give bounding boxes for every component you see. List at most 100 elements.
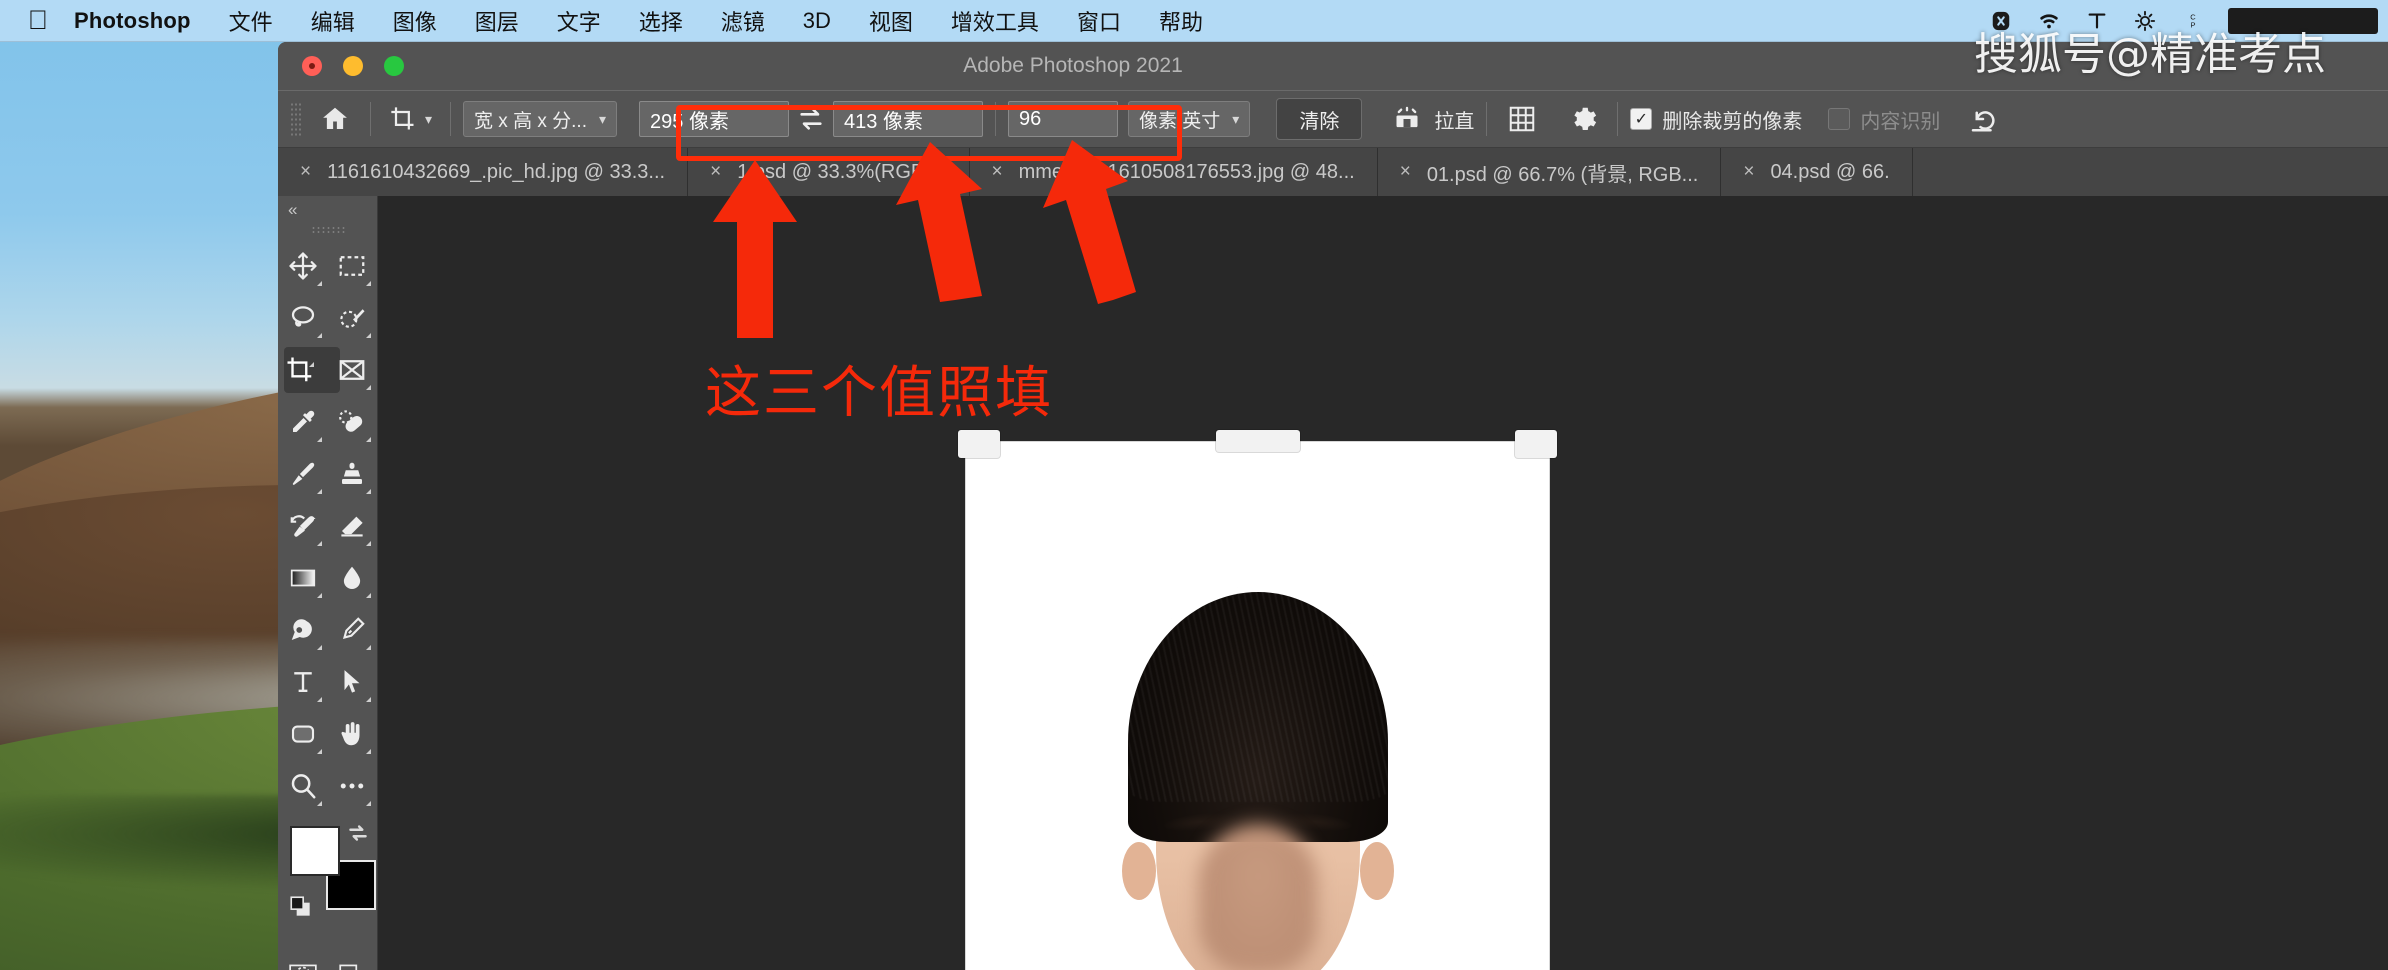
menu-item-plugins[interactable]: 增效工具 [951,5,1039,37]
dodge-tool-icon[interactable] [278,604,328,656]
blur-tool-icon[interactable] [328,552,378,604]
menu-item-help[interactable]: 帮助 [1159,5,1203,37]
menu-item-select[interactable]: 选择 [639,5,683,37]
chevron-down-icon[interactable]: ▾ [1232,111,1239,128]
close-icon[interactable]: × [300,161,311,183]
lasso-tool-icon[interactable] [278,292,328,344]
menu-item-image[interactable]: 图像 [393,5,437,37]
crop-preset-label: 宽 x 高 x 分... [474,110,587,132]
chevron-down-icon[interactable]: ▾ [425,111,432,128]
eraser-tool-icon[interactable] [328,500,378,552]
checkbox-unchecked-icon[interactable]: ✓ [1828,108,1851,130]
document-tab-title: 1161610432669_.pic_hd.jpg @ 33.3... [327,160,666,183]
delete-cropped-pixels-checkbox[interactable]: ✓ 删除裁剪的像素 [1630,105,1802,134]
collapse-panel-icon[interactable]: « [278,196,377,224]
photoshop-window: Adobe Photoshop 2021 ▾ 宽 x 高 x 分... ▾ 29… [278,42,2388,970]
default-colors-icon[interactable] [288,894,314,925]
gear-icon[interactable] [1559,99,1605,139]
eyedropper-tool-icon[interactable] [278,396,328,448]
chevron-down-icon[interactable]: ▾ [599,111,606,128]
swap-dimensions-icon[interactable] [789,99,833,139]
edit-toolbar-ellipsis-icon[interactable] [328,760,378,812]
screen-mode-icon[interactable] [328,948,378,970]
crop-handle-top-right[interactable] [1515,430,1557,458]
crop-height-value: 413 像素 [844,110,923,133]
canvas-area[interactable] [378,196,2388,970]
resolution-unit-select[interactable]: 像素/英寸 ▾ [1128,101,1251,137]
tools-panel-grip[interactable] [310,226,345,234]
menu-item-file[interactable]: 文件 [229,5,273,37]
document-tab-title: mmexport1610508176553.jpg @ 48... [1018,160,1355,183]
document-tab[interactable]: × 1.psd @ 33.3%(RGB/... [688,148,970,196]
history-brush-tool-icon[interactable] [278,500,328,552]
rectangular-marquee-tool-icon[interactable] [328,240,378,292]
close-icon[interactable]: × [992,161,1003,183]
document-tab[interactable]: × 04.psd @ 66. [1721,148,1913,196]
content-aware-checkbox[interactable]: ✓ 内容识别 [1828,105,1940,134]
clone-stamp-tool-icon[interactable] [328,448,378,500]
tools-grid [278,240,377,812]
portrait-photo [1121,592,1394,970]
crop-width-input[interactable]: 295 像素 [639,101,790,137]
crop-overlay-grid-icon[interactable] [1499,99,1545,139]
crop-resolution-input[interactable]: 96 [1008,101,1119,137]
menu-item-3d[interactable]: 3D [803,8,831,34]
annotation-text: 这三个值照填 [705,361,1053,426]
apple-logo-icon[interactable]:  [26,6,50,36]
type-tool-icon[interactable] [278,656,328,708]
frame-tool-icon[interactable] [328,344,378,396]
close-icon[interactable]: × [1743,161,1754,183]
crop-handle-top-left[interactable] [958,430,1000,458]
document-canvas[interactable] [958,430,1557,970]
screen:  Photoshop 文件 编辑 图像 图层 文字 选择 滤镜 3D 视图 增… [0,0,2388,970]
menu-app-name[interactable]: Photoshop [74,8,191,34]
crop-handle-top-center[interactable] [1215,430,1300,452]
crop-height-input[interactable]: 413 像素 [833,101,984,137]
document-tab[interactable]: × 01.psd @ 66.7% (背景, RGB... [1377,148,1722,196]
options-bar-grip[interactable] [290,102,302,136]
blurred-region [1198,824,1317,970]
home-icon[interactable] [312,99,358,139]
menu-item-view[interactable]: 视图 [869,5,913,37]
menu-item-type[interactable]: 文字 [557,5,601,37]
zoom-tool-icon[interactable] [278,760,328,812]
active-tool-crop[interactable]: ▾ [383,105,438,133]
healing-brush-tool-icon[interactable] [328,396,378,448]
hand-tool-icon[interactable] [328,708,378,760]
crop-preset-select[interactable]: 宽 x 高 x 分... ▾ [463,101,618,137]
clear-button[interactable]: 清除 [1276,98,1363,140]
document-tab-title: 1.psd @ 33.3%(RGB/... [737,160,947,183]
menu-item-edit[interactable]: 编辑 [311,5,355,37]
menu-item-window[interactable]: 窗口 [1077,5,1121,37]
clear-button-label: 清除 [1299,110,1340,133]
crop-tool-icon[interactable] [278,344,340,396]
pen-tool-icon[interactable] [328,604,378,656]
swap-colors-icon[interactable] [345,820,371,851]
straighten-label: 拉直 [1434,110,1475,133]
crop-resolution-value: 96 [1019,107,1042,130]
reset-icon[interactable] [1960,99,2006,139]
close-icon[interactable]: × [1400,161,1411,183]
straighten-button[interactable]: 拉直 [1390,105,1474,134]
tools-panel-bottom [278,948,377,970]
menu-item-layer[interactable]: 图层 [475,5,519,37]
document-tab[interactable]: × 1161610432669_.pic_hd.jpg @ 33.3... [278,148,689,196]
move-tool-icon[interactable] [278,240,328,292]
crop-width-value: 295 像素 [650,110,729,133]
tool-options-bar: ▾ 宽 x 高 x 分... ▾ 295 像素 413 像素 96 像素/英寸 … [278,90,2388,148]
close-icon[interactable]: × [710,161,721,183]
tools-panel: « [278,196,378,970]
menu-item-filter[interactable]: 滤镜 [721,5,765,37]
object-selection-tool-icon[interactable] [328,292,378,344]
foreground-color-swatch[interactable] [290,826,340,876]
brush-tool-icon[interactable] [278,448,328,500]
document-tab[interactable]: × mmexport1610508176553.jpg @ 48... [969,148,1378,196]
checkbox-checked-icon[interactable]: ✓ [1630,108,1653,130]
path-selection-tool-icon[interactable] [328,656,378,708]
gradient-tool-icon[interactable] [278,552,328,604]
rectangle-tool-icon[interactable] [278,708,328,760]
watermark-text: 搜狐号@精准考点 [1974,29,2326,80]
color-swatches [278,816,377,936]
document-tab-title: 01.psd @ 66.7% (背景, RGB... [1426,163,1699,186]
quick-mask-icon[interactable] [278,948,328,970]
